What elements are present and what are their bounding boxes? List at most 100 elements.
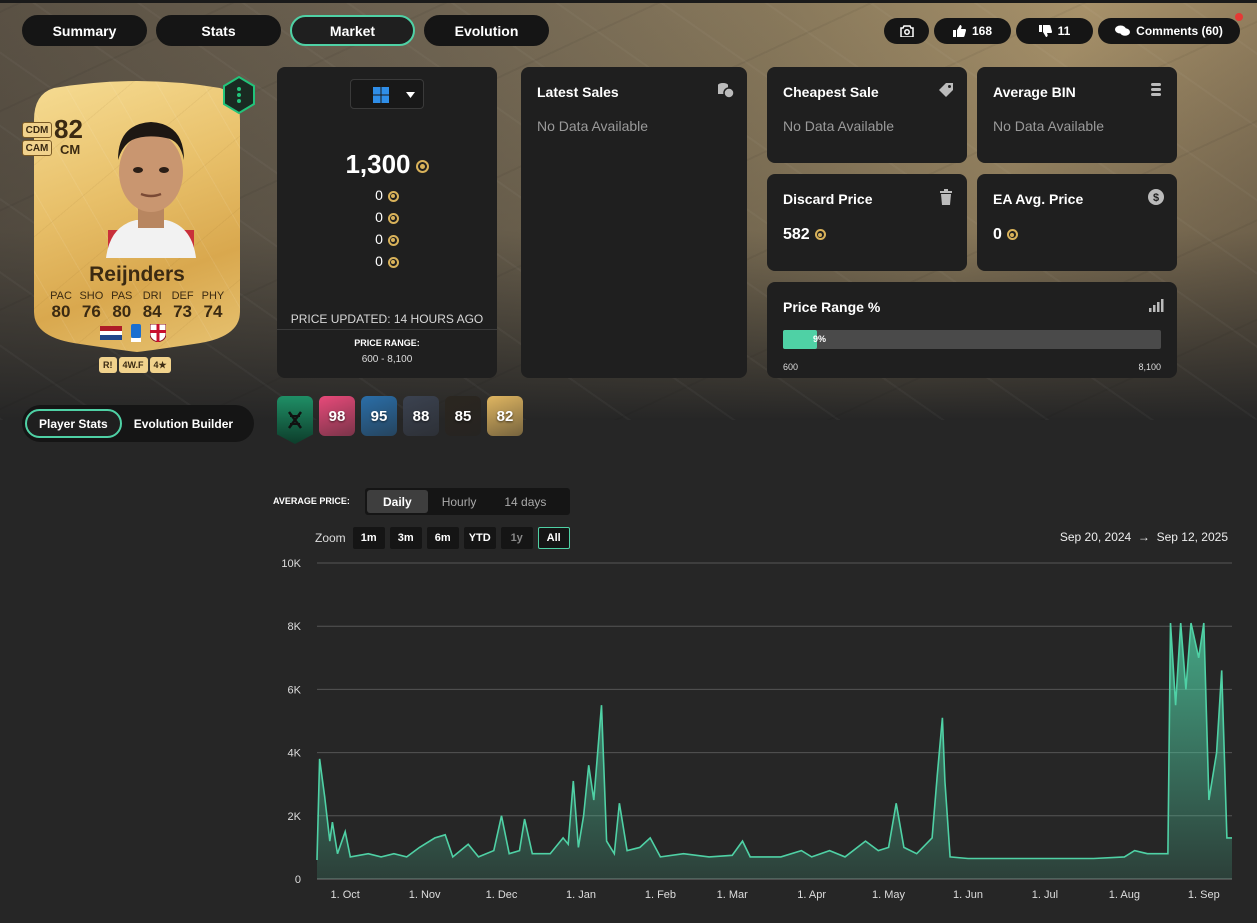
zoom-1m[interactable]: 1m: [352, 527, 385, 549]
zoom-all[interactable]: All: [537, 527, 570, 549]
evolution-menu-icon[interactable]: [222, 76, 256, 114]
svg-text:$: $: [1153, 192, 1159, 204]
coin-icon: [387, 234, 399, 246]
discard-price-panel: Discard Price 582: [767, 174, 967, 271]
coin-icon: [387, 190, 399, 202]
x-tick-label: 1. Mar: [717, 889, 749, 901]
league-logo-icon: [131, 324, 141, 342]
version-card[interactable]: 98: [319, 396, 355, 436]
date-range-from: Sep 20, 2024: [1059, 530, 1132, 544]
card-flags: [100, 324, 166, 342]
price-range-percent: 9%: [813, 334, 827, 344]
zoom-6m[interactable]: 6m: [426, 527, 459, 549]
ea-avg-price-value: 0: [993, 226, 1018, 244]
price-line: [316, 622, 1232, 861]
thumbs-up-icon: [952, 25, 966, 37]
stat-label: DRI: [142, 290, 162, 302]
stat-value: 76: [81, 302, 101, 321]
player-card: 82 CM CDM CAM Reijnders PAC SHO PAS DRI …: [22, 80, 240, 352]
version-card[interactable]: 88: [403, 396, 439, 436]
alt-price-row: 0: [277, 231, 497, 253]
alt-prices: 0 0 0 0: [277, 187, 497, 275]
y-tick-label: 8K: [288, 621, 302, 633]
alt-position-2: CAM: [22, 140, 52, 156]
card-versions: 98 95 88 85 82: [277, 396, 523, 444]
stat-value: 84: [142, 302, 162, 321]
signal-bars-icon: [1149, 299, 1164, 312]
tab-evolution[interactable]: Evolution: [424, 15, 549, 46]
price-history-chart[interactable]: 0 2K 4K 6K 8K 10K 1. Oct 1. Nov 1. Dec 1. Jan 1. F…: [270, 550, 1240, 910]
period-daily[interactable]: Daily: [367, 490, 428, 513]
coin-icon: [387, 212, 399, 224]
player-name: Reijnders: [89, 263, 185, 286]
date-range: Sep 20, 2024 → Sep 12, 2025: [1060, 530, 1228, 544]
stat-label: PAC: [50, 290, 72, 302]
comments-label: Comments (60): [1136, 24, 1223, 38]
like-button[interactable]: 168: [934, 18, 1011, 44]
card-badges: R! 4W.F 4★: [99, 357, 171, 373]
average-bin-title: Average BIN: [993, 84, 1076, 100]
club-crest-icon: [150, 324, 166, 342]
screenshot-button[interactable]: [884, 18, 929, 44]
top-border: [0, 0, 1257, 3]
price-updated: PRICE UPDATED: 14 HOURS AGO: [290, 312, 484, 326]
price-panel: 1,300 0 0 0 0 PRICE UPDATED: 14 HOURS AG…: [277, 67, 497, 378]
coin-icon: [814, 229, 826, 241]
period-hourly[interactable]: Hourly: [428, 490, 491, 513]
average-bin-empty: No Data Available: [993, 118, 1105, 134]
platform-select[interactable]: [350, 79, 424, 109]
view-toggle: Player Stats Evolution Builder: [22, 405, 254, 442]
average-bin-panel: Average BIN No Data Available: [977, 67, 1177, 163]
tab-market[interactable]: Market: [290, 15, 415, 46]
ea-avg-price-title: EA Avg. Price: [993, 191, 1084, 207]
evolution-builder-toggle[interactable]: Evolution Builder: [134, 417, 233, 431]
price-range-min: 600: [783, 362, 799, 372]
average-price-label: AVERAGE PRICE:: [273, 496, 350, 506]
latest-sales-panel: Latest Sales No Data Available: [521, 67, 747, 378]
x-tick-label: 1. Jul: [1032, 889, 1058, 901]
alt-price-row: 0: [277, 187, 497, 209]
period-14-days[interactable]: 14 days: [490, 490, 560, 513]
discard-price-value: 582: [783, 226, 826, 244]
trash-icon: [940, 189, 952, 205]
version-card[interactable]: 95: [361, 396, 397, 436]
notification-dot: [1235, 13, 1243, 21]
price-range-panel: Price Range % 9% 600 8,100: [767, 282, 1177, 378]
evolution-version-icon[interactable]: [277, 396, 313, 444]
player-stats-toggle[interactable]: Player Stats: [25, 409, 122, 438]
netherlands-flag-icon: [100, 326, 122, 340]
comments-button[interactable]: Comments (60): [1098, 13, 1243, 44]
dislike-button[interactable]: 11: [1016, 18, 1093, 44]
x-tick-label: 1. Jun: [953, 889, 983, 901]
card-rating: 82: [54, 114, 83, 144]
x-tick-label: 1. Dec: [486, 889, 518, 901]
dollar-coin-icon: $: [1148, 189, 1164, 205]
tab-stats[interactable]: Stats: [156, 15, 281, 46]
main-price-value: 1,300: [345, 149, 411, 179]
stat-label: DEF: [171, 290, 194, 302]
y-tick-label: 0: [295, 874, 301, 886]
arrow-right-icon: →: [1134, 530, 1154, 544]
stat-value: 80: [51, 302, 71, 321]
version-card[interactable]: 85: [445, 396, 481, 436]
stat-label: PAS: [111, 290, 133, 302]
top-actions: 168 11 Comments (60): [884, 13, 1243, 44]
zoom-3m[interactable]: 3m: [389, 527, 422, 549]
x-tick-label: 1. Oct: [331, 889, 360, 901]
coin-icon: [387, 256, 399, 268]
price-area: [317, 623, 1232, 879]
alt-price-value: 0: [375, 253, 383, 269]
coin-stack-icon: [1151, 83, 1161, 96]
alt-price-value: 0: [375, 187, 383, 203]
player-portrait: [106, 122, 196, 258]
cheapest-sale-panel: Cheapest Sale No Data Available: [767, 67, 967, 163]
zoom-1y[interactable]: 1y: [500, 527, 533, 549]
version-card[interactable]: 82: [487, 396, 523, 436]
period-tabs: Daily Hourly 14 days: [365, 488, 570, 515]
weak-foot-badge: 4W.F: [118, 357, 148, 373]
x-tick-label: 1. Aug: [1109, 889, 1140, 901]
tab-summary[interactable]: Summary: [22, 15, 147, 46]
stat-value: 80: [112, 302, 132, 321]
zoom-ytd[interactable]: YTD: [463, 527, 496, 549]
tag-icon: [939, 83, 953, 97]
